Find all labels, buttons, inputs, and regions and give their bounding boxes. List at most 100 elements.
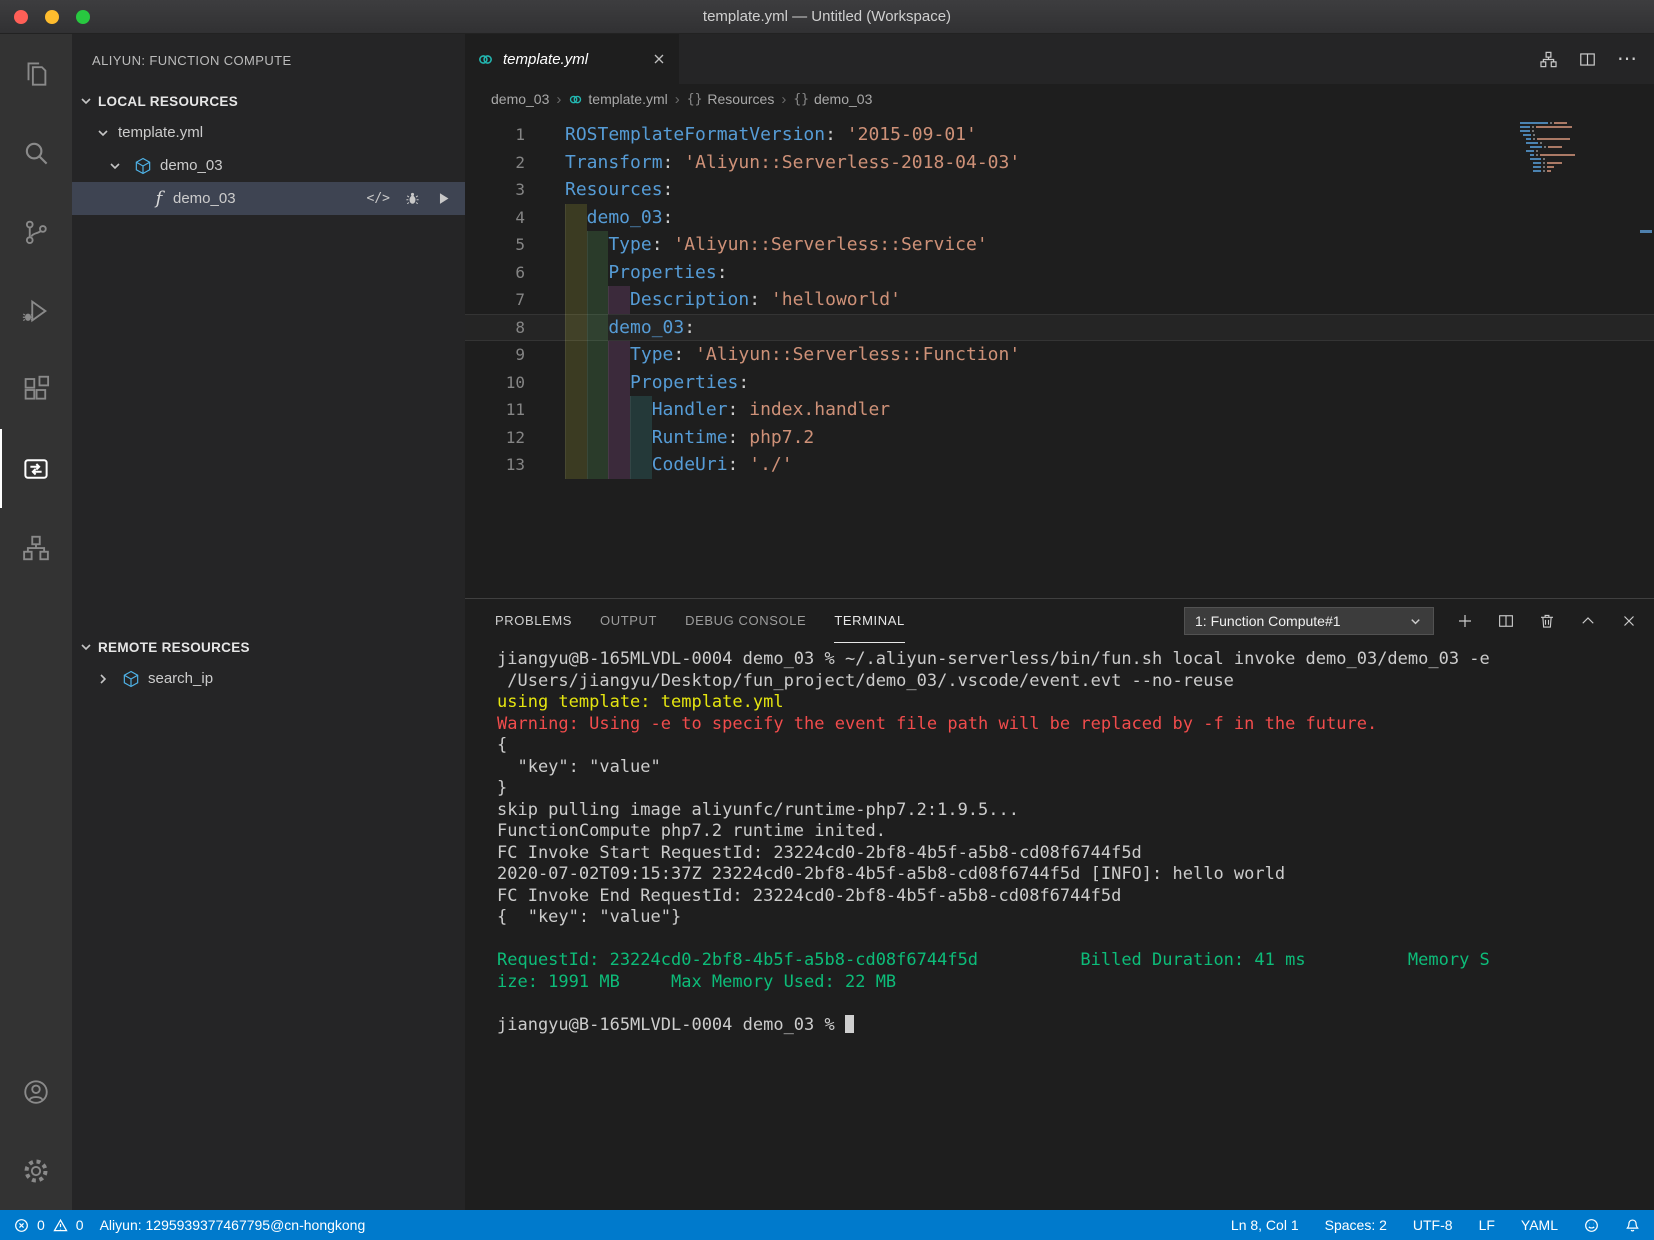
eol-status[interactable]: LF [1479, 1217, 1495, 1233]
status-bar: 0 0 Aliyun: 1295939377467795@cn-hongkong… [0, 1210, 1654, 1240]
zoom-window-button[interactable] [76, 9, 90, 24]
tab-debug-console[interactable]: DEBUG CONSOLE [685, 599, 806, 643]
breadcrumb-item-file[interactable]: template.yml [568, 91, 668, 107]
tree-item-function-demo03[interactable]: f demo_03 </> [72, 182, 465, 215]
tree-item-label: demo_03 [160, 157, 223, 174]
code-line[interactable]: 12 Runtime: php7.2 [465, 423, 1654, 451]
aliyun-serverless-icon [24, 458, 48, 479]
local-resources-section: LOCAL RESOURCES template.yml demo_03 f d… [72, 86, 465, 632]
more-actions-icon[interactable]: ⋯ [1617, 49, 1638, 69]
error-icon [15, 1218, 28, 1232]
tree-item-service-demo03[interactable]: demo_03 [72, 149, 465, 182]
tab-output[interactable]: OUTPUT [600, 599, 657, 643]
tab-problems[interactable]: PROBLEMS [495, 599, 572, 643]
code-line[interactable]: 5 Type: 'Aliyun::Serverless::Service' [465, 231, 1654, 259]
code-line[interactable]: 8 demo_03: [465, 313, 1654, 341]
sidebar: ALIYUN: FUNCTION COMPUTE LOCAL RESOURCES… [72, 34, 465, 1210]
notifications-button[interactable] [1625, 1218, 1640, 1233]
local-invoke-config-icon[interactable]: </> [367, 191, 390, 206]
editor-tab-bar: template.yml ⋯ [465, 34, 1654, 84]
tree-item-label: search_ip [148, 670, 214, 687]
code-line[interactable]: 7 Description: 'helloworld' [465, 286, 1654, 314]
debug-icon[interactable] [404, 190, 421, 207]
service-cube-icon [123, 670, 139, 687]
activity-source-control[interactable] [0, 192, 72, 271]
tab-template-yml[interactable]: template.yml [465, 34, 679, 84]
terminal-line: 2020-07-02T09:15:37Z 23224cd0-2bf8-4b5f-… [497, 864, 1286, 884]
aliyun-account-status[interactable]: Aliyun: 1295939377467795@cn-hongkong [100, 1217, 366, 1233]
tree-item-template-yml[interactable]: template.yml [72, 116, 465, 149]
indentation-status[interactable]: Spaces: 2 [1325, 1217, 1387, 1233]
new-terminal-icon[interactable] [1456, 612, 1474, 630]
code-editor[interactable]: 1 ROSTemplateFormatVersion: '2015-09-01' 2… [465, 114, 1654, 598]
breadcrumb-separator: › [781, 90, 787, 108]
code-line[interactable]: 3 Resources: [465, 176, 1654, 204]
panel-actions [1456, 612, 1638, 630]
split-terminal-icon[interactable] [1497, 612, 1515, 630]
code-line[interactable]: 4 demo_03: [465, 203, 1654, 231]
cursor-position-status[interactable]: Ln 8, Col 1 [1231, 1217, 1299, 1233]
close-panel-icon[interactable] [1620, 612, 1638, 630]
code-line[interactable]: 10 Properties: [465, 368, 1654, 396]
section-header-remote-resources[interactable]: REMOTE RESOURCES [72, 632, 465, 662]
terminal-line: FC Invoke End RequestId: 23224cd0-2bf8-4… [497, 885, 1122, 906]
minimize-window-button[interactable] [45, 9, 59, 24]
code-line[interactable]: 2 Transform: 'Aliyun::Serverless-2018-04-… [465, 149, 1654, 177]
vscode-window: template.yml — Untitled (Workspace) ALIY… [0, 0, 1654, 1240]
encoding-status[interactable]: UTF-8 [1413, 1217, 1453, 1233]
gear-icon [24, 1159, 48, 1182]
breadcrumb-separator: › [556, 90, 562, 108]
aliyun-logo-icon [479, 54, 492, 64]
panel-tabs: PROBLEMS OUTPUT DEBUG CONSOLE TERMINAL [495, 599, 905, 643]
bell-icon [1626, 1218, 1639, 1231]
tab-terminal[interactable]: TERMINAL [834, 599, 905, 643]
explorer-icon [27, 61, 47, 86]
kill-terminal-icon[interactable] [1538, 612, 1556, 630]
window-title: template.yml — Untitled (Workspace) [702, 8, 952, 25]
breadcrumb-item-demo03[interactable]: {} demo_03 [793, 91, 872, 107]
deploy-icon[interactable] [1539, 50, 1558, 69]
problems-status[interactable]: 0 0 [14, 1217, 84, 1233]
close-window-button[interactable] [14, 9, 28, 24]
remote-resources-section: REMOTE RESOURCES search_ip [72, 632, 465, 695]
code-line[interactable]: 13 CodeUri: './' [465, 451, 1654, 479]
language-mode-status[interactable]: YAML [1521, 1217, 1558, 1233]
code-line[interactable]: 11 Handler: index.handler [465, 396, 1654, 424]
search-icon [25, 142, 48, 164]
close-tab-icon[interactable] [651, 51, 667, 67]
deploy-pipeline-icon [23, 535, 49, 560]
breadcrumb-item-resources[interactable]: {} Resources [687, 91, 775, 107]
code-line[interactable]: 9 Type: 'Aliyun::Serverless::Function' [465, 341, 1654, 369]
breadcrumb-item-folder[interactable]: demo_03 [491, 91, 549, 107]
aliyun-logo-icon [570, 95, 582, 103]
activity-explorer[interactable] [0, 34, 72, 113]
run-icon[interactable] [435, 190, 452, 207]
section-label: REMOTE RESOURCES [98, 639, 250, 655]
maximize-panel-icon[interactable] [1579, 612, 1597, 630]
editor-actions: ⋯ [1539, 34, 1654, 84]
terminal-instance-select[interactable]: 1: Function Compute#1 [1184, 607, 1434, 635]
breadcrumb: demo_03 › template.yml › {} Resources › {… [465, 84, 1654, 114]
code-line[interactable]: 6 Properties: [465, 258, 1654, 286]
titlebar: template.yml — Untitled (Workspace) [0, 0, 1654, 34]
activity-extensions[interactable] [0, 350, 72, 429]
terminal[interactable]: jiangyu@B-165MLVDL-0004 demo_03 % ~/.ali… [465, 643, 1654, 1210]
feedback-smiley-icon [1585, 1218, 1598, 1232]
overview-ruler-marker [1640, 230, 1652, 233]
section-header-local-resources[interactable]: LOCAL RESOURCES [72, 86, 465, 116]
split-editor-icon[interactable] [1578, 50, 1597, 69]
run-debug-icon [22, 299, 47, 322]
tree-item-search-ip[interactable]: search_ip [72, 662, 465, 695]
activity-search[interactable] [0, 113, 72, 192]
terminal-line: jiangyu@B-165MLVDL-0004 demo_03 % [497, 1014, 1654, 1037]
activity-run-debug[interactable] [0, 271, 72, 350]
code-line[interactable]: 1 ROSTemplateFormatVersion: '2015-09-01' [465, 121, 1654, 149]
activity-settings[interactable] [0, 1131, 72, 1210]
activity-aliyun-deploy[interactable] [0, 508, 72, 587]
activity-accounts[interactable] [0, 1052, 72, 1131]
minimap[interactable] [1520, 122, 1640, 174]
feedback-button[interactable] [1584, 1218, 1599, 1233]
activity-aliyun-function-compute[interactable] [0, 429, 72, 508]
